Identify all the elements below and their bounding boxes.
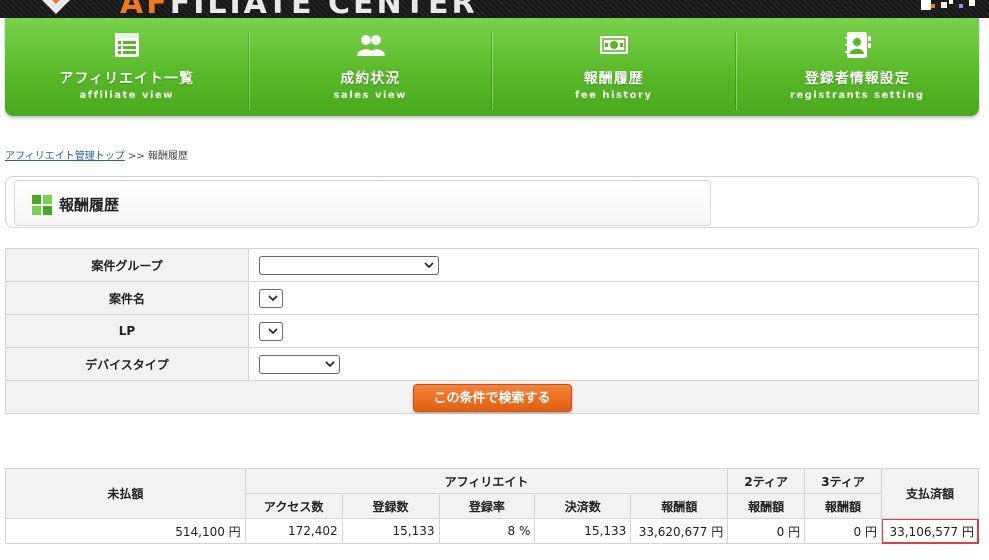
header-tier2: 2ティア bbox=[727, 468, 806, 494]
cell-reward: 33,620,677 円 bbox=[630, 518, 729, 544]
cell-settlements: 15,133 bbox=[534, 518, 632, 544]
header-registrations: 登録数 bbox=[341, 493, 440, 519]
list-window-icon bbox=[114, 33, 139, 57]
users-icon bbox=[357, 35, 386, 56]
chevron-down-icon bbox=[424, 262, 434, 268]
nav-label: 登録者情報設定 bbox=[804, 71, 910, 87]
header-reward: 報酬額 bbox=[630, 493, 729, 519]
nav-fee-history[interactable]: 報酬履歴 fee history bbox=[492, 18, 736, 116]
search-form: 案件グループ 案件名 LP デバイスタイプ この条件で検索する bbox=[5, 248, 979, 414]
green-grid-icon bbox=[32, 195, 52, 215]
nav-sublabel: fee history bbox=[575, 90, 653, 101]
header-reg-rate: 登録率 bbox=[438, 493, 536, 519]
search-button[interactable]: この条件で検索する bbox=[412, 384, 572, 412]
table-row: 514,100 円 172,402 15,133 8 % 15,133 33,6… bbox=[5, 518, 979, 544]
breadcrumb-separator: >> bbox=[128, 151, 145, 162]
cell-registrations: 15,133 bbox=[341, 518, 440, 544]
cell-reg-rate: 8 % bbox=[438, 518, 536, 544]
nav-sales-view[interactable]: 成約状況 sales view bbox=[248, 18, 493, 116]
device-select[interactable] bbox=[259, 354, 340, 374]
cell-paid: 33,106,577 円 bbox=[881, 518, 979, 544]
chevron-down-icon bbox=[268, 328, 278, 334]
nav-registrants-setting[interactable]: 登録者情報設定 registrants setting bbox=[735, 18, 980, 116]
page-title: 報酬履歴 bbox=[59, 196, 120, 214]
name-select[interactable] bbox=[259, 288, 283, 308]
group-label: 案件グループ bbox=[5, 248, 249, 282]
breadcrumb-current: 報酬履歴 bbox=[147, 151, 188, 162]
page-title-panel: 報酬履歴 bbox=[14, 180, 711, 226]
header-tier3: 3ティア bbox=[804, 468, 882, 494]
breadcrumb: アフィリエイト管理トップ >> 報酬履歴 bbox=[5, 147, 188, 162]
decorative-pixels-icon bbox=[921, 0, 975, 10]
header-bar: AFFILIATE CENTER bbox=[0, 0, 989, 18]
nav-sublabel: affiliate view bbox=[79, 90, 174, 101]
name-label: 案件名 bbox=[5, 281, 249, 315]
lp-select[interactable] bbox=[259, 321, 283, 341]
breadcrumb-link-affiliate-top[interactable]: アフィリエイト管理トップ bbox=[5, 151, 125, 162]
group-select[interactable] bbox=[259, 255, 439, 275]
chevron-down-icon bbox=[268, 295, 278, 301]
cell-access: 172,402 bbox=[244, 518, 343, 544]
nav-sublabel: sales view bbox=[333, 90, 407, 101]
nav-sublabel: registrants setting bbox=[789, 90, 925, 101]
page-title-box: 報酬履歴 bbox=[5, 176, 979, 228]
lp-label: LP bbox=[5, 314, 249, 348]
nav-label: 成約状況 bbox=[340, 71, 401, 87]
header-tier3-reward: 報酬額 bbox=[804, 493, 882, 519]
logo-text: AFFILIATE CENTER bbox=[120, 0, 478, 18]
header-tier2-reward: 報酬額 bbox=[727, 493, 806, 519]
header-affiliate: アフィリエイト bbox=[244, 468, 729, 494]
header-access: アクセス数 bbox=[244, 493, 343, 519]
logo-icon bbox=[42, 0, 70, 14]
header-settlements: 決済数 bbox=[534, 493, 632, 519]
main-nav: アフィリエイト一覧 affiliate view 成約状況 sales view… bbox=[5, 18, 979, 116]
header-unpaid: 未払額 bbox=[5, 468, 246, 519]
nav-label: 報酬履歴 bbox=[583, 71, 644, 87]
cell-tier3: 0 円 bbox=[804, 518, 882, 544]
address-book-icon bbox=[845, 32, 872, 58]
money-icon bbox=[599, 36, 628, 54]
nav-label: アフィリエイト一覧 bbox=[59, 71, 195, 87]
nav-affiliate-view[interactable]: アフィリエイト一覧 affiliate view bbox=[5, 18, 249, 116]
cell-tier2: 0 円 bbox=[727, 518, 806, 544]
device-label: デバイスタイプ bbox=[5, 347, 249, 381]
header-paid: 支払済額 bbox=[881, 468, 979, 519]
results-table: 未払額 アフィリエイト 2ティア 3ティア 支払済額 アクセス数 登録数 登録率… bbox=[5, 468, 979, 544]
chevron-down-icon bbox=[325, 361, 335, 367]
cell-unpaid: 514,100 円 bbox=[5, 518, 246, 544]
